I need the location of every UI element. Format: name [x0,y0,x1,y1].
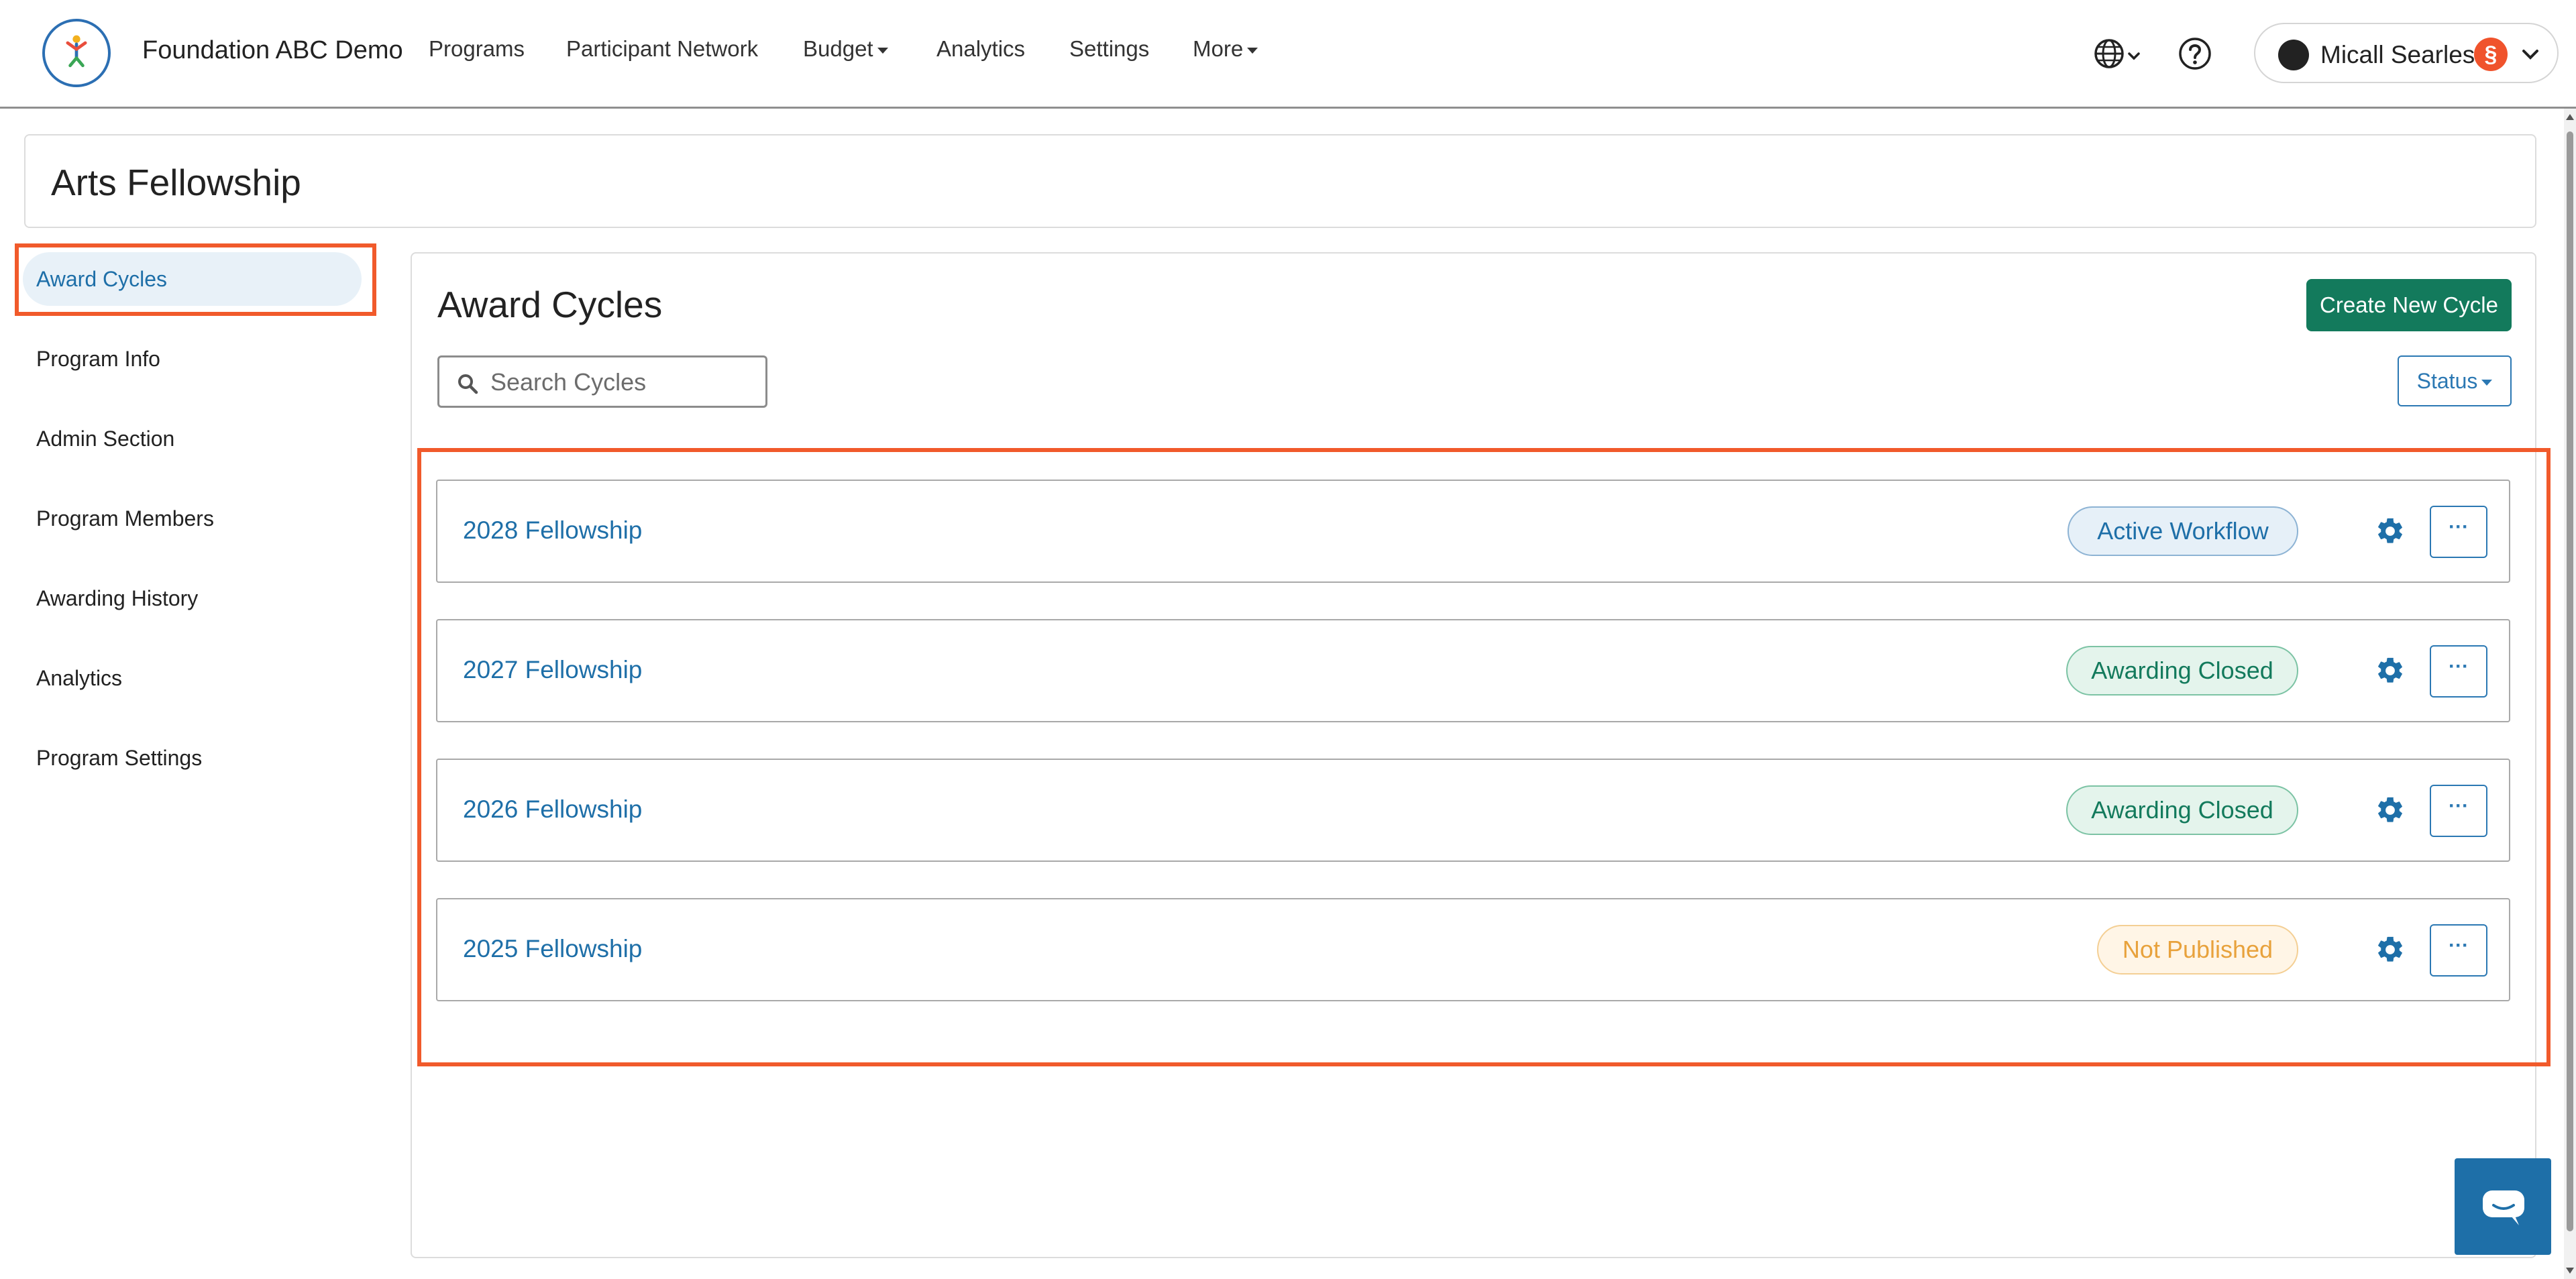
status-badge: Awarding Closed [2066,785,2298,835]
sidebar-item-program-settings[interactable]: Program Settings [36,746,202,771]
nav-more[interactable]: More [1193,36,1258,62]
scroll-up-arrow-icon[interactable] [2566,114,2574,120]
globe-icon [2094,39,2140,68]
cycle-more-options-button[interactable]: ··· [2430,924,2487,977]
status-badge: Not Published [2097,925,2298,975]
language-selector[interactable] [2092,35,2148,72]
cycle-settings-button[interactable] [2375,934,2406,965]
help-button[interactable] [2176,35,2214,72]
cycle-row: 2027 Fellowship Awarding Closed ··· [436,619,2510,722]
cycle-name-link[interactable]: 2025 Fellowship [463,935,642,963]
caret-down-icon [1247,47,1258,54]
cycle-row: 2028 Fellowship Active Workflow ··· [436,480,2510,583]
user-menu[interactable]: Micall Searles § [2254,23,2559,83]
highlight-box-sidebar [15,243,376,316]
status-badge: Active Workflow [2068,506,2298,556]
foundation-logo-mark [66,35,87,68]
scrollbar-thumb[interactable] [2567,131,2573,1231]
gear-icon [2378,657,2402,683]
program-header-card: Arts Fellowship [24,134,2536,228]
foundation-logo[interactable] [42,19,111,87]
chat-widget-button[interactable] [2455,1158,2551,1255]
cycle-settings-button[interactable] [2375,655,2406,686]
chevron-down-icon [2522,50,2538,60]
caret-down-icon [877,47,888,54]
status-filter-label: Status [2416,369,2478,393]
program-title: Arts Fellowship [51,162,301,203]
nav-budget-label: Budget [803,36,873,61]
org-name[interactable]: Foundation ABC Demo [142,36,403,65]
search-icon [458,374,478,394]
chat-bubble-icon [2483,1190,2524,1225]
user-name: Micall Searles [2320,41,2475,68]
create-new-cycle-button[interactable]: Create New Cycle [2306,279,2512,331]
nav-settings[interactable]: Settings [1069,36,1149,62]
nav-participant-network[interactable]: Participant Network [566,36,758,62]
sidebar-item-program-info[interactable]: Program Info [36,347,160,372]
status-filter-button[interactable]: Status [2398,355,2512,406]
nav-analytics[interactable]: Analytics [936,36,1025,62]
sidebar-item-admin-section[interactable]: Admin Section [36,427,174,451]
page-scrollbar[interactable] [2564,109,2576,1279]
nav-budget[interactable]: Budget [803,36,888,62]
cycle-row: 2025 Fellowship Not Published ··· [436,898,2510,1001]
user-notification-badge: § [2474,38,2508,71]
cycle-more-options-button[interactable]: ··· [2430,506,2487,558]
cycle-name-link[interactable]: 2027 Fellowship [463,656,642,684]
status-badge: Awarding Closed [2066,646,2298,696]
nav-programs[interactable]: Programs [429,36,525,62]
gear-icon [2378,936,2402,962]
caret-down-icon [2481,380,2493,386]
top-navbar: Foundation ABC Demo Programs Participant… [0,0,2576,109]
search-cycles-box[interactable] [437,355,767,408]
cycle-settings-button[interactable] [2375,795,2406,826]
nav-more-label: More [1193,36,1244,61]
scroll-down-arrow-icon[interactable] [2566,1268,2574,1274]
cycle-name-link[interactable]: 2026 Fellowship [463,795,642,824]
sidebar-item-program-members[interactable]: Program Members [36,506,214,531]
gear-icon [2378,518,2402,543]
gear-icon [2378,797,2402,822]
page-title: Award Cycles [437,284,663,325]
cycle-name-link[interactable]: 2028 Fellowship [463,516,642,545]
sidebar-item-analytics[interactable]: Analytics [36,666,122,691]
cycle-more-options-button[interactable]: ··· [2430,645,2487,698]
question-circle-icon [2179,38,2211,70]
cycle-row: 2026 Fellowship Awarding Closed ··· [436,759,2510,862]
avatar [2278,40,2309,70]
cycle-more-options-button[interactable]: ··· [2430,785,2487,837]
cycle-settings-button[interactable] [2375,516,2406,547]
sidebar-item-awarding-history[interactable]: Awarding History [36,586,198,611]
search-input[interactable] [490,364,759,400]
